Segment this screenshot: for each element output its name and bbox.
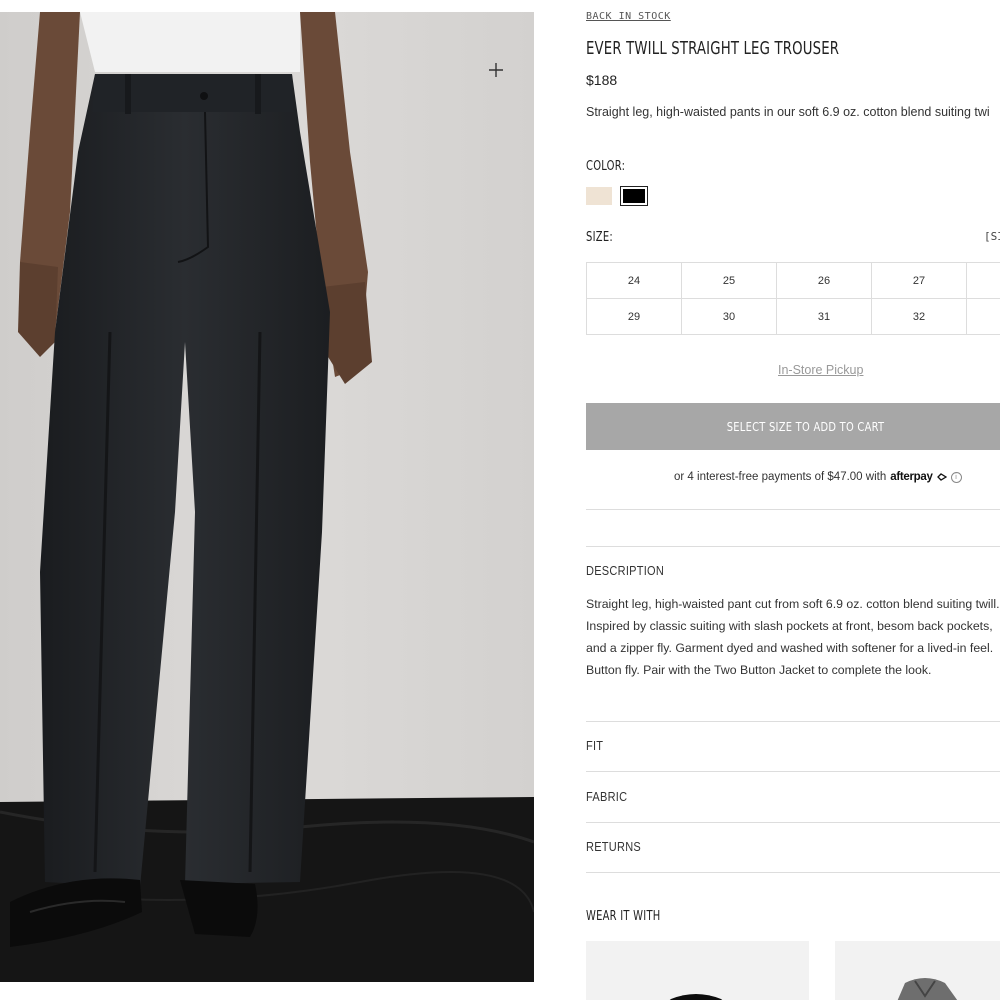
afterpay-text: or 4 interest-free payments of $47.00 wi…	[674, 471, 887, 483]
add-to-cart-button[interactable]: SELECT SIZE TO ADD TO CART	[586, 403, 1000, 450]
product-title: EVER TWILL STRAIGHT LEG TROUSER	[586, 38, 840, 59]
accordion-fit[interactable]: FIT	[586, 739, 1000, 753]
divider	[586, 771, 1000, 772]
size-option[interactable]: 24	[587, 263, 682, 299]
afterpay-message: or 4 interest-free payments of $47.00 wi…	[674, 471, 962, 483]
divider	[586, 872, 1000, 873]
product-info-panel: BACK IN STOCK EVER TWILL STRAIGHT LEG TR…	[586, 0, 1000, 1000]
product-price: $188	[586, 72, 618, 88]
add-to-cart-label: SELECT SIZE TO ADD TO CART	[727, 419, 885, 434]
size-grid: 24 25 26 27 29 30 31 32	[586, 262, 1000, 335]
divider	[586, 721, 1000, 722]
in-store-pickup-link[interactable]: In-Store Pickup	[778, 363, 863, 377]
size-option[interactable]: 26	[777, 263, 872, 299]
color-swatch-cream[interactable]	[586, 187, 612, 205]
color-label: COLOR:	[586, 159, 626, 174]
size-option[interactable]: 29	[587, 299, 682, 335]
info-icon[interactable]: i	[950, 471, 962, 483]
afterpay-arrows-icon	[936, 473, 947, 481]
product-short-description: Straight leg, high-waisted pants in our …	[586, 105, 990, 119]
accordion-returns[interactable]: RETURNS	[586, 840, 1000, 854]
wear-it-with-heading: WEAR IT WITH	[586, 909, 661, 924]
product-image[interactable]	[0, 12, 534, 982]
size-option[interactable]: 30	[682, 299, 777, 335]
size-option[interactable]: 25	[682, 263, 777, 299]
description-body: Straight leg, high-waisted pant cut from…	[586, 597, 1000, 677]
accordion-fabric[interactable]: FABRIC	[586, 790, 1000, 804]
divider	[586, 822, 1000, 823]
size-option[interactable]: 27	[872, 263, 967, 299]
black-top-thumbnail	[669, 994, 723, 1000]
product-photo-illustration	[0, 12, 534, 982]
afterpay-logo: afterpay	[890, 471, 933, 483]
size-guide-link[interactable]: [SIZ	[984, 230, 1000, 243]
size-option[interactable]	[967, 263, 1000, 299]
size-label: SIZE:	[586, 230, 613, 245]
description-heading[interactable]: DESCRIPTION	[586, 564, 1000, 578]
color-swatch-black[interactable]	[620, 186, 648, 206]
grey-jacket-thumbnail	[897, 978, 958, 1000]
size-option[interactable]	[967, 299, 1000, 335]
wear-it-with-item-black-top[interactable]	[586, 941, 809, 1000]
zoom-plus-icon[interactable]	[484, 58, 508, 82]
size-option[interactable]: 32	[872, 299, 967, 335]
back-in-stock-link[interactable]: BACK IN STOCK	[586, 11, 671, 22]
size-option[interactable]: 31	[777, 299, 872, 335]
wear-it-with-item-grey-jacket[interactable]	[835, 941, 1000, 1000]
divider	[586, 546, 1000, 547]
divider	[586, 509, 1000, 510]
